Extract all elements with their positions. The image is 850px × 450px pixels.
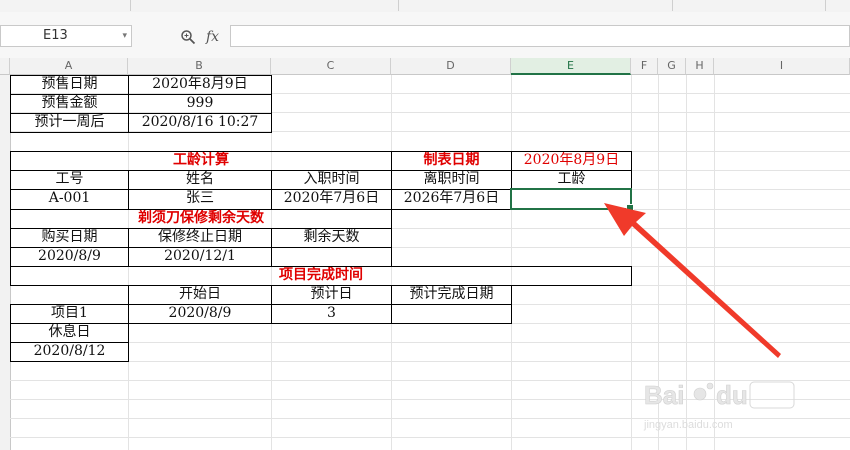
svg-text:Bai: Bai: [644, 380, 684, 410]
svg-text:jingyan.baidu.com: jingyan.baidu.com: [643, 419, 733, 431]
arrow-shape: [604, 203, 781, 358]
svg-text:du: du: [716, 380, 748, 410]
baidu-watermark-logo: Bai du jingyan.baidu.com: [643, 380, 795, 431]
